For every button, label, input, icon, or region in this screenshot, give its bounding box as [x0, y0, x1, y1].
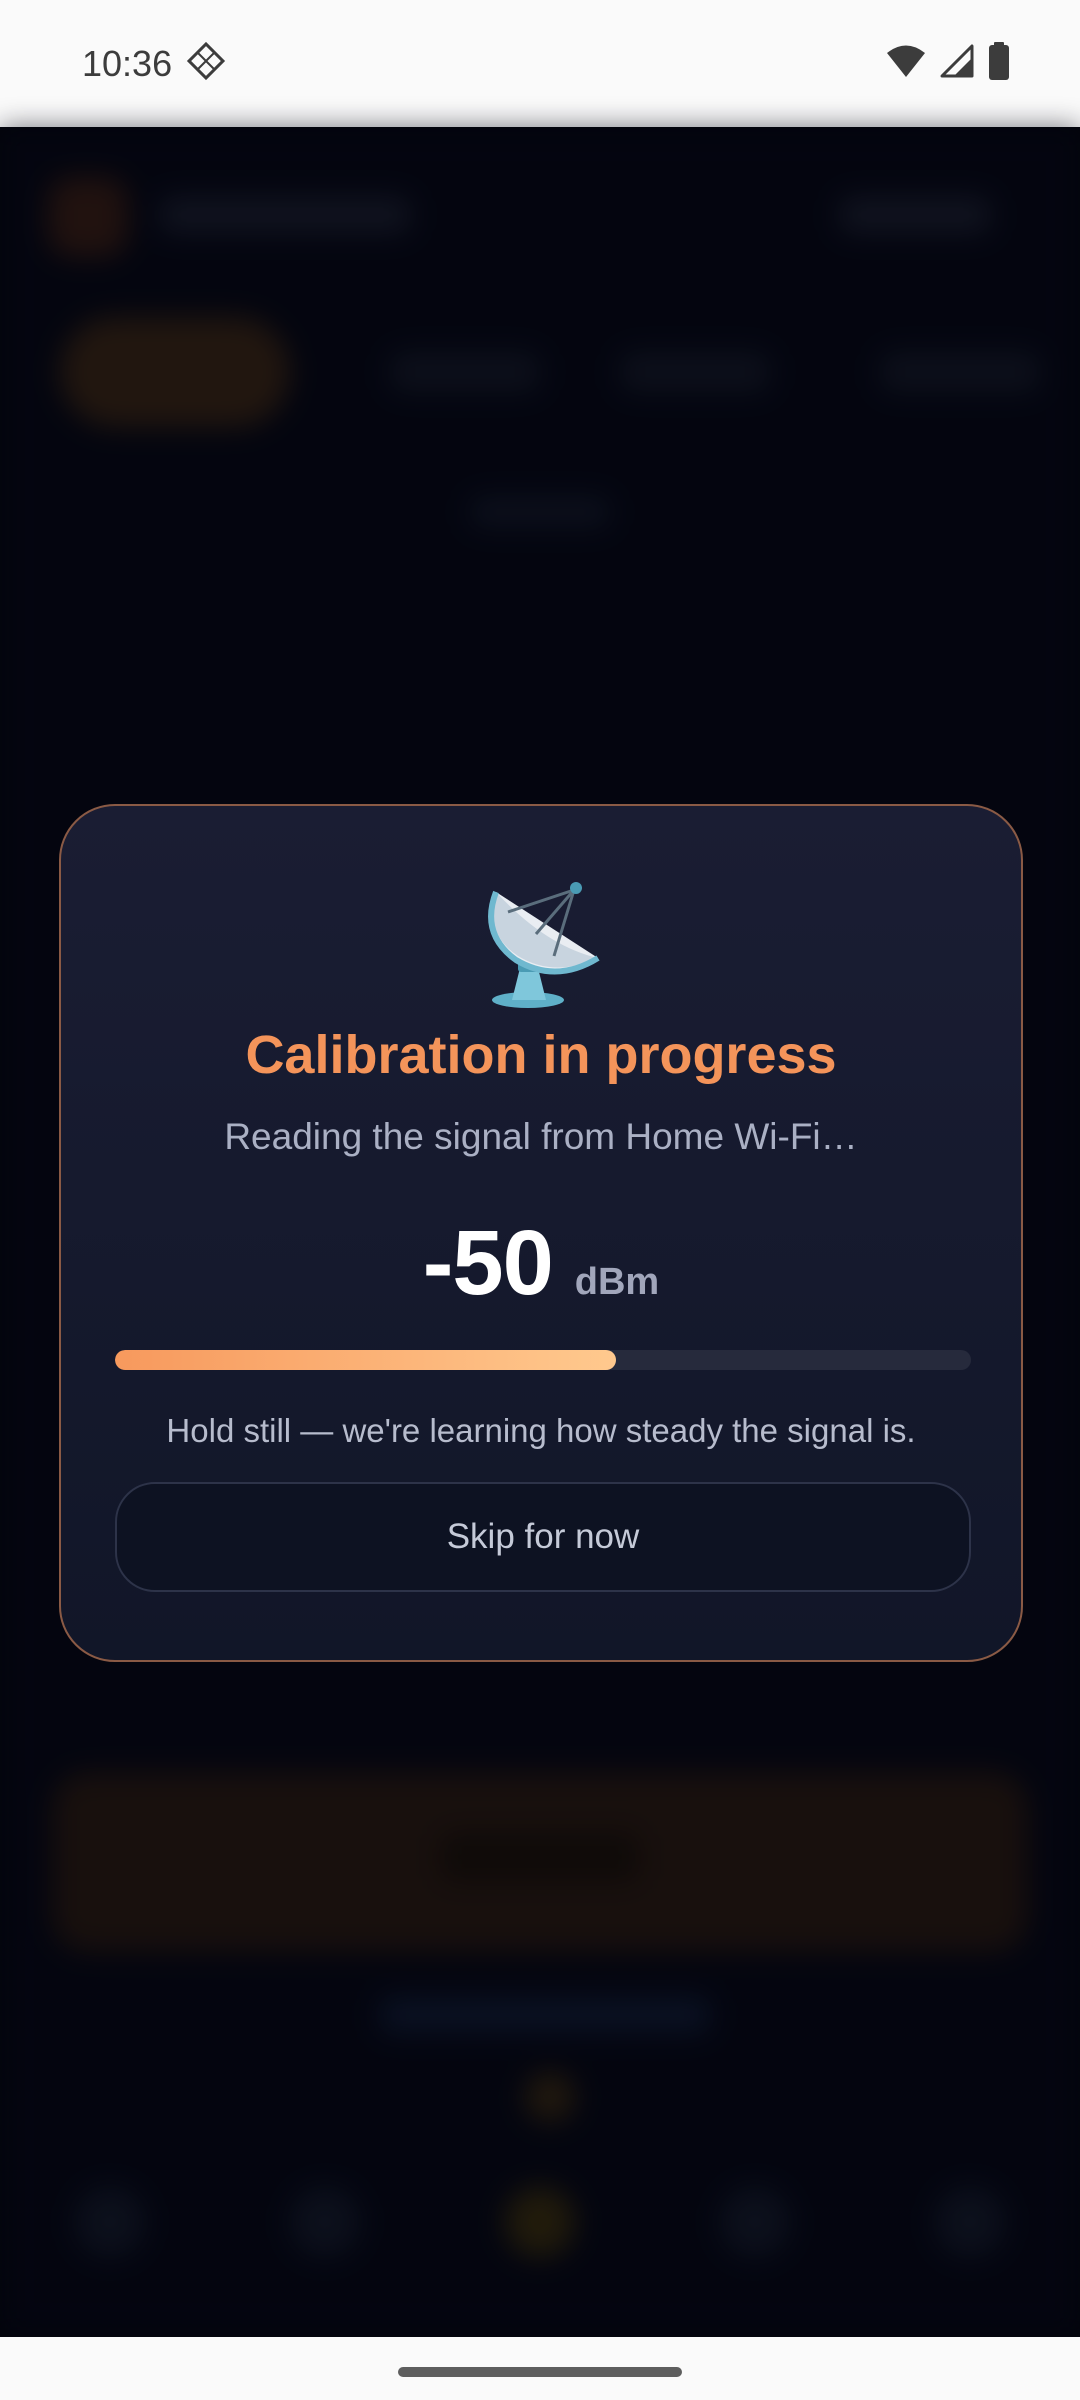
wifi-icon: [886, 44, 926, 83]
calibration-progress-bar: [115, 1350, 971, 1370]
tab-chip: [390, 352, 540, 392]
bottom-nav-item: [935, 2187, 1005, 2257]
calibration-progress-fill: [115, 1350, 616, 1370]
status-time: 10:36: [82, 42, 173, 84]
active-tab-chip: [60, 317, 290, 427]
tab-chip: [880, 352, 1040, 392]
cellular-signal-icon: [940, 44, 974, 83]
battery-icon: [988, 42, 1010, 85]
screen: 10:36 Calibration in progress Reading th…: [0, 0, 1080, 2400]
status-bar: 10:36: [0, 0, 1080, 127]
signal-reading: -50 dBm: [61, 1211, 1021, 1316]
signal-strength-unit: dBm: [574, 1261, 660, 1303]
bottom-nav-item: [720, 2187, 790, 2257]
status-left: 10:36: [82, 41, 226, 86]
dialog-hint: Hold still — we're learning how steady t…: [166, 1412, 916, 1449]
section-label: [470, 497, 610, 527]
signal-strength-value: -50: [422, 1212, 554, 1314]
bottom-nav-item: [290, 2187, 360, 2257]
dialog-title: Calibration in progress: [245, 1025, 837, 1085]
skip-button[interactable]: Skip for now: [115, 1482, 971, 1592]
assistant-icon: [186, 41, 226, 86]
dialog-subtitle: Reading the signal from Home Wi-Fi…: [224, 1116, 858, 1157]
status-right: [886, 42, 1010, 85]
bottom-nav-item-active: [505, 2187, 575, 2257]
bottom-nav-item: [75, 2187, 145, 2257]
tab-chip: [620, 352, 770, 392]
secondary-link: [380, 1997, 710, 2033]
satellite-antenna-icon: [476, 876, 606, 1010]
calibration-dialog: Calibration in progress Reading the sign…: [59, 804, 1023, 1662]
navigation-bar: [0, 2337, 1080, 2400]
status-dot: [525, 2072, 575, 2122]
primary-action-label: [440, 1832, 640, 1882]
app-name-placeholder: [160, 197, 410, 233]
app-logo: [48, 177, 128, 257]
home-indicator[interactable]: [398, 2367, 682, 2377]
header-action-placeholder: [840, 197, 990, 233]
